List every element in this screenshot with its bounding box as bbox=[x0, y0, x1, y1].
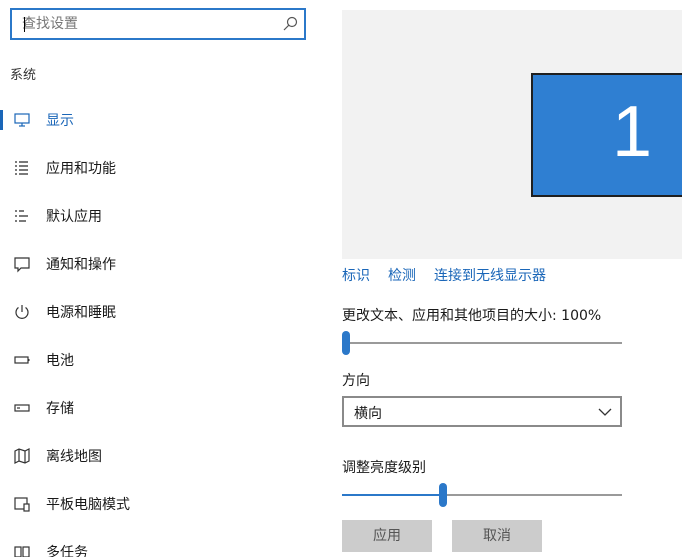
sidebar: 显示 应用和功能 默认应用 通知和操作 电源和睡眠 电池 存储 离线地图 平板电… bbox=[0, 96, 320, 557]
sidebar-item-label: 通知和操作 bbox=[46, 257, 116, 273]
tablet-icon bbox=[14, 497, 30, 512]
sidebar-item-label: 电源和睡眠 bbox=[46, 305, 116, 321]
slider-track bbox=[342, 342, 622, 344]
map-icon bbox=[14, 448, 30, 464]
display-links: 标识 检测 连接到无线显示器 bbox=[342, 265, 564, 285]
storage-icon bbox=[14, 404, 30, 412]
display-tile[interactable]: 1 bbox=[531, 73, 682, 197]
slider-thumb[interactable] bbox=[438, 483, 447, 507]
brightness-slider[interactable] bbox=[342, 483, 622, 507]
scale-label: 更改文本、应用和其他项目的大小: 100% bbox=[342, 308, 602, 324]
monitor-icon bbox=[14, 113, 30, 127]
search-box[interactable] bbox=[10, 8, 306, 40]
display-number: 1 bbox=[611, 92, 652, 172]
scale-slider[interactable] bbox=[342, 331, 622, 355]
power-icon bbox=[15, 305, 29, 319]
display-arrangement-preview: 1 bbox=[342, 10, 682, 259]
orientation-selected-value: 横向 bbox=[354, 406, 382, 422]
sidebar-item-label: 电池 bbox=[46, 353, 74, 369]
default-apps-icon bbox=[15, 210, 28, 222]
message-icon bbox=[14, 257, 30, 273]
sidebar-item-label: 显示 bbox=[46, 113, 74, 129]
sidebar-item-power-sleep[interactable]: 电源和睡眠 bbox=[0, 288, 320, 336]
section-title: 系统 bbox=[10, 68, 37, 83]
orientation-dropdown[interactable]: 横向 bbox=[342, 396, 622, 427]
sidebar-item-battery[interactable]: 电池 bbox=[0, 336, 320, 384]
active-indicator bbox=[0, 110, 3, 130]
sidebar-item-default-apps[interactable]: 默认应用 bbox=[0, 192, 320, 240]
search-input[interactable] bbox=[12, 10, 304, 38]
sidebar-item-label: 平板电脑模式 bbox=[46, 497, 130, 513]
sidebar-item-offline-maps[interactable]: 离线地图 bbox=[0, 432, 320, 480]
sidebar-item-label: 离线地图 bbox=[46, 449, 102, 465]
slider-thumb[interactable] bbox=[342, 331, 350, 355]
sidebar-item-label: 多任务 bbox=[46, 545, 88, 557]
brightness-label: 调整亮度级别 bbox=[342, 460, 426, 476]
sidebar-item-tablet-mode[interactable]: 平板电脑模式 bbox=[0, 480, 320, 528]
apply-button[interactable]: 应用 bbox=[342, 520, 432, 552]
sidebar-item-apps-features[interactable]: 应用和功能 bbox=[0, 144, 320, 192]
multitask-icon bbox=[14, 546, 30, 557]
sidebar-item-label: 应用和功能 bbox=[46, 161, 116, 177]
text-caret bbox=[24, 17, 25, 32]
sidebar-item-storage[interactable]: 存储 bbox=[0, 384, 320, 432]
slider-fill bbox=[342, 494, 443, 496]
sidebar-item-display[interactable]: 显示 bbox=[0, 96, 320, 144]
cancel-button[interactable]: 取消 bbox=[452, 520, 542, 552]
chevron-down-icon bbox=[598, 408, 612, 416]
sidebar-item-multitasking[interactable]: 多任务 bbox=[0, 528, 320, 557]
list-icon bbox=[15, 161, 28, 175]
sidebar-item-notifications[interactable]: 通知和操作 bbox=[0, 240, 320, 288]
detect-link[interactable]: 检测 bbox=[388, 268, 416, 284]
sidebar-item-label: 默认应用 bbox=[46, 209, 102, 225]
search-icon[interactable] bbox=[282, 16, 298, 32]
battery-icon bbox=[14, 356, 30, 364]
identify-link[interactable]: 标识 bbox=[342, 268, 370, 284]
wireless-display-link[interactable]: 连接到无线显示器 bbox=[434, 268, 546, 284]
orientation-label: 方向 bbox=[342, 373, 370, 389]
sidebar-item-label: 存储 bbox=[46, 401, 74, 417]
